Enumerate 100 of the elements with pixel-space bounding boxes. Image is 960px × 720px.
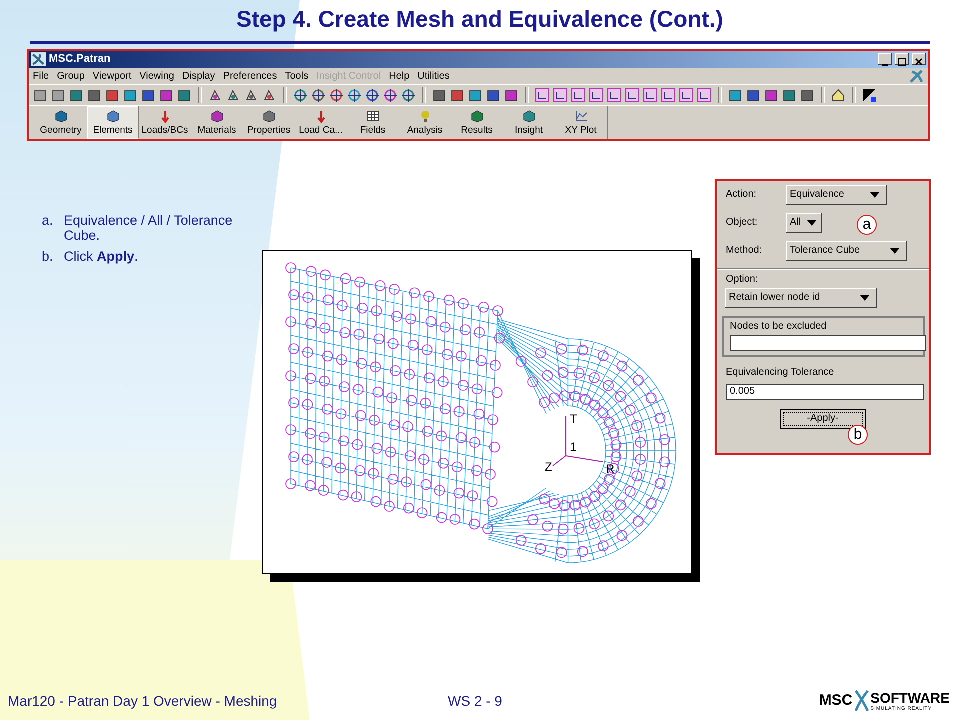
app-tab[interactable]: Elements — [87, 106, 139, 139]
toolbar-icon[interactable] — [589, 88, 604, 103]
toolbar-icon[interactable] — [262, 88, 277, 103]
toolbar-icon[interactable] — [504, 88, 519, 103]
menu-item[interactable]: Tools — [285, 70, 309, 82]
toolbar-icon[interactable] — [782, 88, 797, 103]
app-tab[interactable]: Results — [451, 106, 503, 139]
app-logo-icon — [31, 52, 46, 67]
caret-icon — [860, 294, 870, 301]
toolbar-icon[interactable] — [51, 88, 66, 103]
toolbar-icon[interactable] — [728, 88, 743, 103]
grid-icon — [366, 110, 380, 123]
toolbar-icon[interactable] — [764, 88, 779, 103]
bulb-icon — [418, 110, 432, 123]
field-label: Action: — [726, 189, 758, 200]
axis-label: Z — [545, 460, 552, 474]
toolbar-icon[interactable] — [831, 88, 846, 103]
toolbar-icon[interactable] — [311, 88, 326, 103]
app-tab[interactable]: Geometry — [35, 106, 87, 139]
maximize-button[interactable] — [896, 57, 908, 68]
toolbar-icon[interactable] — [141, 88, 156, 103]
app-tab[interactable]: Loads/BCs — [139, 106, 191, 139]
toolbar-icon[interactable] — [159, 88, 174, 103]
toolbar-icon[interactable] — [553, 88, 568, 103]
app-tab[interactable]: Analysis — [399, 106, 451, 139]
toolbar-icon[interactable] — [226, 88, 241, 103]
field-label: Equivalencing Tolerance — [725, 366, 836, 380]
menu-item[interactable]: Help — [389, 70, 410, 82]
menu-item[interactable]: Display — [182, 70, 216, 82]
dropdown[interactable]: Equivalence — [786, 184, 887, 205]
input-field[interactable] — [730, 334, 926, 351]
close-button[interactable] — [913, 57, 925, 68]
menu-item[interactable]: File — [33, 70, 50, 82]
logo-text: MSC — [819, 692, 853, 710]
app-tab[interactable]: Insight — [503, 106, 555, 139]
cube-icon — [54, 110, 68, 123]
page-number: WS 2 - 9 — [448, 692, 504, 709]
app-tab[interactable]: Fields — [347, 106, 399, 139]
app-tab[interactable]: Properties — [243, 106, 295, 139]
callout-label: b — [848, 424, 868, 445]
toolbar-icon[interactable] — [177, 88, 192, 103]
window-title: MSC.Patran — [49, 53, 112, 66]
menu-item[interactable]: Viewport — [92, 70, 132, 82]
toolbar-icon[interactable] — [862, 88, 877, 103]
app-tab[interactable]: Load Ca... — [295, 106, 347, 139]
logo-text: SOFTWARE — [870, 690, 950, 706]
toolbar-icon[interactable] — [450, 88, 465, 103]
list-marker: a. — [42, 212, 54, 230]
app-tab[interactable]: Materials — [191, 106, 243, 139]
toolbar-icon[interactable] — [208, 88, 223, 103]
input-field[interactable]: 0.005 — [726, 384, 924, 400]
toolbar-icon[interactable] — [800, 88, 815, 103]
toolbar-icon[interactable] — [401, 88, 416, 103]
footer-text: Mar120 - Patran Day 1 Overview - Meshing — [8, 692, 278, 709]
toolbar-icon[interactable] — [69, 88, 84, 103]
toolbar-icon[interactable] — [347, 88, 362, 103]
toolbar-icon[interactable] — [87, 88, 102, 103]
toolbar-icon[interactable] — [679, 88, 694, 103]
menu-item[interactable]: Preferences — [223, 70, 278, 82]
dropdown[interactable]: All — [786, 212, 822, 233]
menu-item[interactable]: Utilities — [418, 70, 450, 82]
toolbar-icon[interactable] — [746, 88, 761, 103]
toolbar-icon[interactable] — [329, 88, 344, 103]
logo-icon — [909, 68, 924, 84]
field-label: Object: — [726, 217, 759, 228]
menu-item[interactable]: Viewing — [140, 70, 174, 82]
toolbar-icon[interactable] — [468, 88, 483, 103]
toolbar-icon[interactable] — [383, 88, 398, 103]
dropdown[interactable]: Tolerance Cube — [786, 240, 907, 261]
app-tab[interactable]: XY Plot — [555, 106, 607, 139]
logo-x-icon — [854, 688, 870, 713]
toolbar-icon[interactable] — [625, 88, 640, 103]
toolbar-icon[interactable] — [33, 88, 48, 103]
toolbar-icon[interactable] — [105, 88, 120, 103]
instruction-text: Equivalence / All / Tolerance Cube. — [64, 212, 234, 243]
caret-icon — [890, 248, 900, 254]
dropdown[interactable]: Retain lower node id — [725, 288, 877, 308]
apply-button[interactable]: -Apply- — [780, 408, 866, 429]
slide-title: Step 4. Create Mesh and Equivalence (Cont.) — [236, 6, 724, 34]
list-marker: b. — [42, 248, 54, 264]
toolbar-icon[interactable] — [607, 88, 622, 103]
toolbar-icon[interactable] — [486, 88, 501, 103]
field-label: Option: — [725, 272, 760, 287]
toolbar-icon[interactable] — [571, 88, 586, 103]
toolbar-icon[interactable] — [293, 88, 308, 103]
axis-label: 1 — [570, 440, 577, 454]
toolbar-icon[interactable] — [244, 88, 259, 103]
axis-label: T — [570, 412, 578, 426]
toolbar-icon[interactable] — [643, 88, 658, 103]
callout-label: a — [857, 214, 877, 235]
toolbar-icon[interactable] — [535, 88, 550, 103]
menu-item[interactable]: Group — [57, 70, 85, 82]
coordinate-triad — [552, 415, 604, 466]
toolbar-icon[interactable] — [365, 88, 380, 103]
toolbar-icon[interactable] — [661, 88, 676, 103]
caret-icon — [870, 192, 880, 198]
toolbar-icon[interactable] — [697, 88, 712, 103]
toolbar-icon[interactable] — [123, 88, 138, 103]
toolbar-icon[interactable] — [432, 88, 447, 103]
field-label: Method: — [726, 245, 764, 256]
